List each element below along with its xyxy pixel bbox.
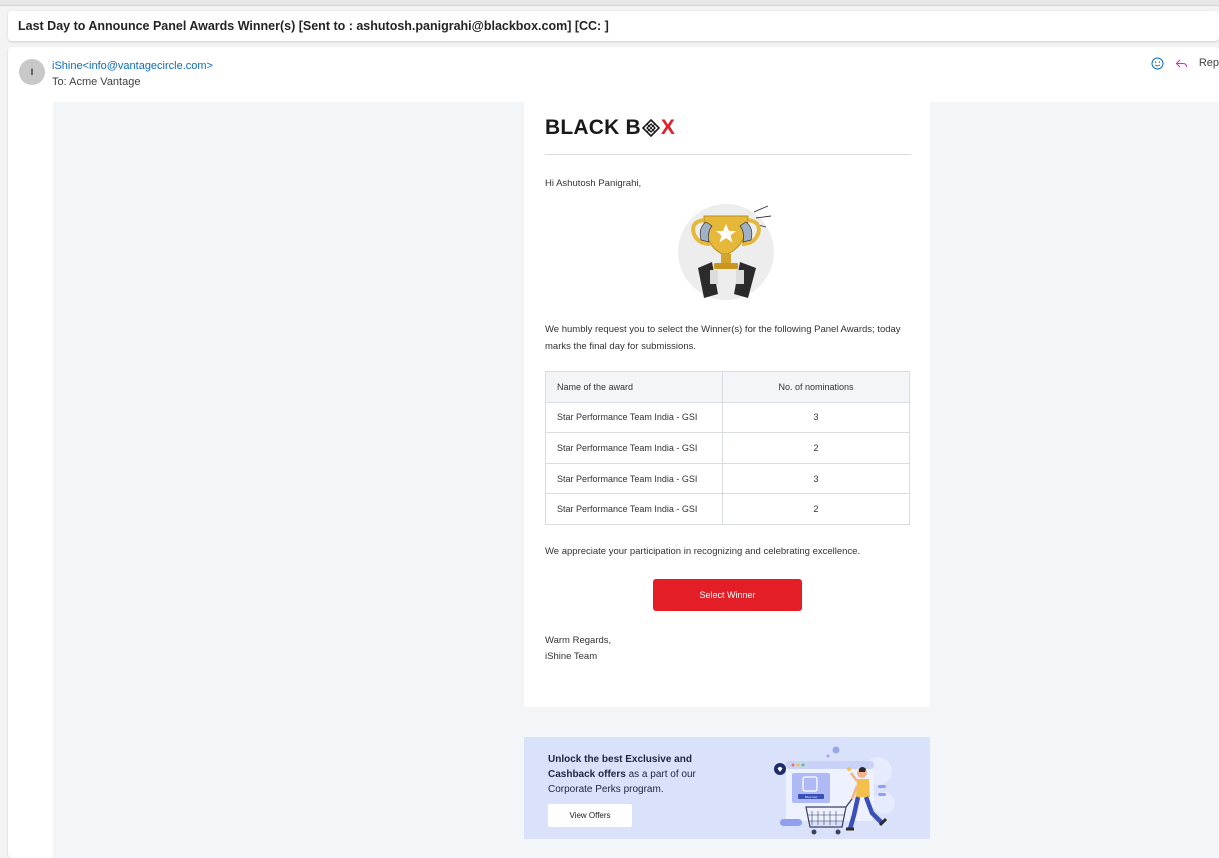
logo-text: BLACK B (545, 116, 641, 139)
table-row: Star Performance Team India - GSI 2 (545, 493, 910, 525)
greeting: Hi Ashutosh Panigrahi, (545, 178, 642, 189)
nomination-count: 3 (722, 401, 910, 434)
table-header-row: Name of the award No. of nominations (545, 371, 910, 403)
message-actions: Rep (1151, 56, 1219, 70)
select-winner-button[interactable]: Select Winner (653, 579, 802, 611)
promo-bold-line: Unlock the best Exclusive and (548, 754, 692, 765)
regards-line: Warm Regards, (545, 635, 612, 646)
emoji-reaction-icon[interactable] (1151, 56, 1165, 70)
divider (545, 154, 911, 155)
award-name: Star Performance Team India - GSI (545, 493, 723, 525)
team-name: iShine Team (545, 650, 598, 662)
email-subject: Last Day to Announce Panel Awards Winner… (18, 19, 609, 33)
table-row: Star Performance Team India - GSI 3 (545, 462, 910, 495)
view-offers-button[interactable]: View Offers (548, 804, 632, 827)
column-header-nominations: No. of nominations (722, 371, 910, 403)
promo-text-line: Corporate Perks program. (548, 784, 664, 795)
email-content-background: BLACK B X Hi Ashutosh Panigrahi, We humb… (53, 102, 1219, 858)
appreciation-text: We appreciate your participation in reco… (545, 546, 861, 557)
subject-bar: Last Day to Announce Panel Awards Winner… (8, 11, 1219, 41)
nomination-count: 2 (722, 432, 910, 464)
reply-label[interactable]: Rep (1199, 57, 1219, 69)
blackbox-logo: BLACK B X (545, 116, 675, 140)
top-toolbar-strip (0, 0, 1219, 6)
award-name: Star Performance Team India - GSI (545, 401, 723, 434)
nomination-count: 2 (722, 493, 910, 525)
sender-address[interactable]: iShine<info@vantagecircle.com> (52, 60, 213, 72)
request-paragraph: We humbly request you to select the Winn… (545, 324, 901, 352)
trophy-illustration (678, 204, 774, 300)
logo-text-x: X (660, 116, 676, 139)
nomination-count: 3 (722, 462, 910, 495)
promo-text-part: as a part of our (625, 769, 696, 780)
recipient-line: To: Acme Vantage (52, 76, 141, 88)
art-shop-label: Shop now (805, 795, 818, 799)
logo-mark-icon (641, 119, 660, 137)
avatar[interactable]: I (19, 59, 45, 85)
reply-icon[interactable] (1175, 56, 1189, 70)
perks-promo-banner: Unlock the best Exclusive and Cashback o… (524, 737, 930, 839)
signature: Warm Regards, iShine Team (545, 633, 611, 664)
promo-bold-cashback: Cashback offers (548, 769, 626, 780)
message-card: I iShine<info@vantagecircle.com> To: Acm… (8, 47, 1219, 858)
column-header-award: Name of the award (545, 371, 723, 403)
email-body: BLACK B X Hi Ashutosh Panigrahi, We humb… (524, 102, 930, 707)
awards-table: Name of the award No. of nominations Sta… (545, 371, 910, 525)
shopping-illustration: Shop now (774, 746, 895, 835)
table-row: Star Performance Team India - GSI 2 (545, 432, 910, 464)
award-name: Star Performance Team India - GSI (545, 462, 723, 495)
table-row: Star Performance Team India - GSI 3 (545, 401, 910, 434)
award-name: Star Performance Team India - GSI (545, 432, 723, 464)
promo-text: Unlock the best Exclusive and Cashback o… (548, 752, 718, 797)
